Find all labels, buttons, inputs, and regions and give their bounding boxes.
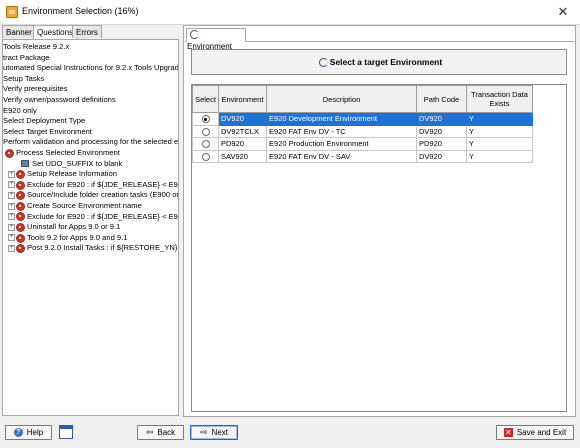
environment-table: Select Environment Description Path Code… [192,85,533,163]
description-cell: E920 FAT Env DV - SAV [266,149,417,163]
back-label: Back [157,428,176,437]
tab-questions[interactable]: Questions [33,25,78,39]
gear-icon [16,180,25,190]
select-cell[interactable] [192,137,219,151]
transaction-cell: Y [466,149,533,163]
environment-icon [190,30,199,40]
tree-item[interactable]: Setup Tasks [3,74,44,85]
path-code-cell: PD920 [416,137,467,151]
tree-item[interactable]: Verify prerequisites [3,84,68,95]
tree-item[interactable]: utomated Special Instructions for 9.2.x … [3,63,178,74]
tab-environment[interactable]: Environment [186,28,246,51]
tree-item[interactable]: Verify owner/password definitions [3,95,116,106]
expand-icon[interactable]: + [8,244,15,252]
section-header: Select a target Environment [191,49,567,75]
tree-item[interactable]: Perform validation and processing for th… [3,137,178,148]
tree-item[interactable]: + Post 9.2.0 Install Tasks : if ${RESTORE… [8,243,177,254]
section-header-label: Select a target Environment [329,57,443,67]
description-cell: E920 FAT Env DV - TC [266,124,417,138]
expand-icon[interactable]: + [8,202,15,210]
column-header-path-code[interactable]: Path Code [416,85,467,113]
expand-icon[interactable]: + [8,223,15,231]
path-code-cell: DV920 [416,149,467,163]
select-cell[interactable] [192,149,219,163]
column-header-environment[interactable]: Environment [218,85,267,113]
close-icon: ✕ [503,428,513,438]
select-radio[interactable] [201,152,210,161]
table-row[interactable]: DV92TCLX E920 FAT Env DV - TC DV920 Y [192,124,533,138]
expand-icon[interactable]: + [8,234,15,242]
select-cell[interactable] [192,124,219,138]
description-cell: E920 Production Environment [266,137,417,151]
expand-icon[interactable]: + [8,191,15,199]
gear-icon [16,212,25,222]
transaction-cell: Y [466,112,533,126]
tree-item[interactable]: + Create Source Environment name [8,201,142,212]
tree-item[interactable]: E920 only [3,106,37,117]
title-bar: Environment Selection (16%) ✕ [0,0,580,25]
column-header-description[interactable]: Description [266,85,417,113]
expand-icon[interactable]: + [8,213,15,221]
help-icon: ? [13,428,23,438]
console-icon[interactable] [59,425,73,439]
table-row[interactable]: DV920 E920 Development Environment DV920… [192,112,533,126]
next-button[interactable]: ⇨ Next [190,425,238,440]
expand-icon[interactable]: + [8,181,15,189]
tree-item[interactable]: + Exclude for E920 : if ${JDE_RELEASE} < … [8,212,178,223]
transaction-cell: Y [466,137,533,151]
environment-table-box: Select Environment Description Path Code… [191,84,567,412]
tree-item[interactable]: + Source/Include folder creation tasks (E… [8,190,178,201]
select-cell[interactable] [192,112,219,126]
expand-icon[interactable]: + [8,170,15,178]
tree-item[interactable]: tract Package [3,53,49,64]
gear-icon [16,222,25,232]
tree-item[interactable]: + Uninstall for Apps 9.0 or 9.1 [8,222,120,233]
gear-icon [16,233,25,243]
gear-icon [5,148,14,158]
next-label: Next [211,428,228,437]
select-radio[interactable] [201,140,210,149]
environment-cell: DV920 [218,112,267,126]
task-icon [21,160,29,168]
gear-icon [16,201,25,211]
environment-icon [318,58,328,68]
back-arrow-icon: ⇦ [145,427,154,438]
path-code-cell: DV920 [416,112,467,126]
gear-icon [16,169,25,179]
gear-icon [16,244,25,254]
task-tree[interactable]: Tools Release 9.2.x tract Package utomat… [2,39,179,416]
tree-item[interactable]: + Exclude for E920 : if ${JDE_RELEASE} < … [8,180,178,191]
environment-cell: DV92TCLX [218,124,267,138]
tab-errors[interactable]: Errors [72,25,102,38]
save-and-exit-button[interactable]: ✕ Save and Exit [496,425,574,440]
column-header-transaction-data[interactable]: Transaction Data Exists [466,85,533,113]
transaction-cell: Y [466,124,533,138]
window-title: Environment Selection (16%) [22,6,139,16]
app-icon [6,6,18,18]
tree-item[interactable]: Select Deployment Type [3,116,85,127]
environment-cell: SAV920 [218,149,267,163]
select-radio[interactable] [201,127,210,136]
environment-cell: PD920 [218,137,267,151]
select-radio[interactable] [201,115,210,124]
close-icon[interactable]: ✕ [552,2,574,22]
tree-item[interactable]: Tools Release 9.2.x [3,42,69,53]
tree-item[interactable]: Process Selected Environment [5,148,120,159]
tree-item[interactable]: Set UDO_SUFFIX to blank [21,159,122,170]
description-cell: E920 Development Environment [266,112,417,126]
next-arrow-icon: ⇨ [200,427,208,438]
gear-icon [16,191,25,201]
column-header-select[interactable]: Select [192,85,219,113]
tab-banner[interactable]: Banner [2,25,36,38]
help-button[interactable]: ? Help [5,425,52,440]
save-and-exit-label: Save and Exit [516,428,567,437]
tree-item[interactable]: + Tools 9.2 for Apps 9.0 and 9.1 [8,233,127,244]
help-label: Help [26,428,44,437]
tree-item[interactable]: + Setup Release Information [8,169,117,180]
tree-item[interactable]: Select Target Environment [3,127,92,138]
table-row[interactable]: SAV920 E920 FAT Env DV - SAV DV920 Y [192,149,533,163]
path-code-cell: DV920 [416,124,467,138]
back-button[interactable]: ⇦ Back [137,425,184,440]
table-row[interactable]: PD920 E920 Production Environment PD920 … [192,137,533,151]
